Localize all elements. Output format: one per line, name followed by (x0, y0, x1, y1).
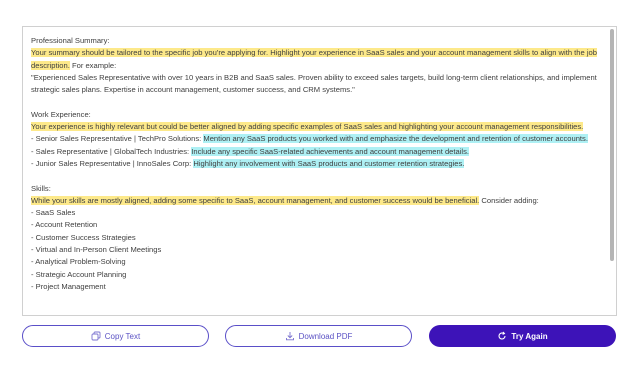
feedback-text: Professional Summary: Your summary shoul… (31, 35, 604, 293)
job-item: - Senior Sales Representative | TechPro … (31, 133, 604, 145)
skills-consider: Consider adding: (479, 195, 539, 205)
download-pdf-label: Download PDF (298, 331, 353, 341)
copy-text-label: Copy Text (104, 331, 141, 341)
download-pdf-button[interactable]: Download PDF (225, 325, 412, 347)
skills-heading: Skills: (31, 183, 51, 193)
skill-item: - SaaS Sales (31, 208, 76, 218)
skill-item: - Strategic Account Planning (31, 269, 127, 279)
summary-example: "Experienced Sales Representative with o… (31, 72, 597, 95)
work-feedback: Your experience is highly relevant but c… (31, 121, 604, 133)
skill-item: - Customer Success Strategies (31, 232, 136, 242)
scrollbar[interactable] (610, 29, 614, 313)
feedback-result-box[interactable]: Professional Summary: Your summary shoul… (22, 26, 617, 316)
job-item: - Sales Representative | GlobalTech Indu… (31, 146, 604, 158)
work-feedback-highlight: Your experience is highly relevant but c… (31, 122, 584, 132)
summary-heading: Professional Summary: (31, 36, 110, 45)
skill-item: - Analytical Problem-Solving (31, 257, 126, 267)
summary-example-intro: For example: (69, 60, 117, 70)
skill-item: - Account Retention (31, 220, 98, 230)
try-again-label: Try Again (511, 331, 548, 341)
refresh-icon (497, 331, 507, 341)
skill-item: - Virtual and In-Person Client Meetings (31, 245, 162, 255)
job-tip-highlight: Highlight any involvement with SaaS prod… (193, 158, 465, 168)
scrollbar-thumb[interactable] (610, 29, 614, 261)
job-tip-highlight: Mention any SaaS products you worked wit… (203, 134, 588, 144)
job-item: - Junior Sales Representative | InnoSale… (31, 158, 604, 170)
skills-feedback-highlight: While your skills are mostly aligned, ad… (31, 195, 480, 205)
summary-paragraph: Your summary should be tailored to the s… (31, 47, 604, 72)
copy-icon (91, 331, 101, 341)
try-again-button[interactable]: Try Again (429, 325, 616, 347)
skills-feedback: While your skills are mostly aligned, ad… (31, 195, 604, 207)
download-icon (285, 331, 295, 341)
copy-text-button[interactable]: Copy Text (22, 325, 209, 347)
job-title: - Senior Sales Representative | TechPro … (31, 134, 204, 144)
resume-feedback-page: Professional Summary: Your summary shoul… (0, 0, 640, 377)
work-heading: Work Experience: (31, 109, 91, 119)
job-tip-highlight: Include any specific SaaS-related achiev… (191, 146, 470, 156)
action-bar: Copy Text Download PDF Try Again (22, 325, 616, 347)
job-title: - Sales Representative | GlobalTech Indu… (31, 146, 192, 156)
skill-item: - Project Management (31, 281, 106, 291)
job-title: - Junior Sales Representative | InnoSale… (31, 158, 194, 168)
